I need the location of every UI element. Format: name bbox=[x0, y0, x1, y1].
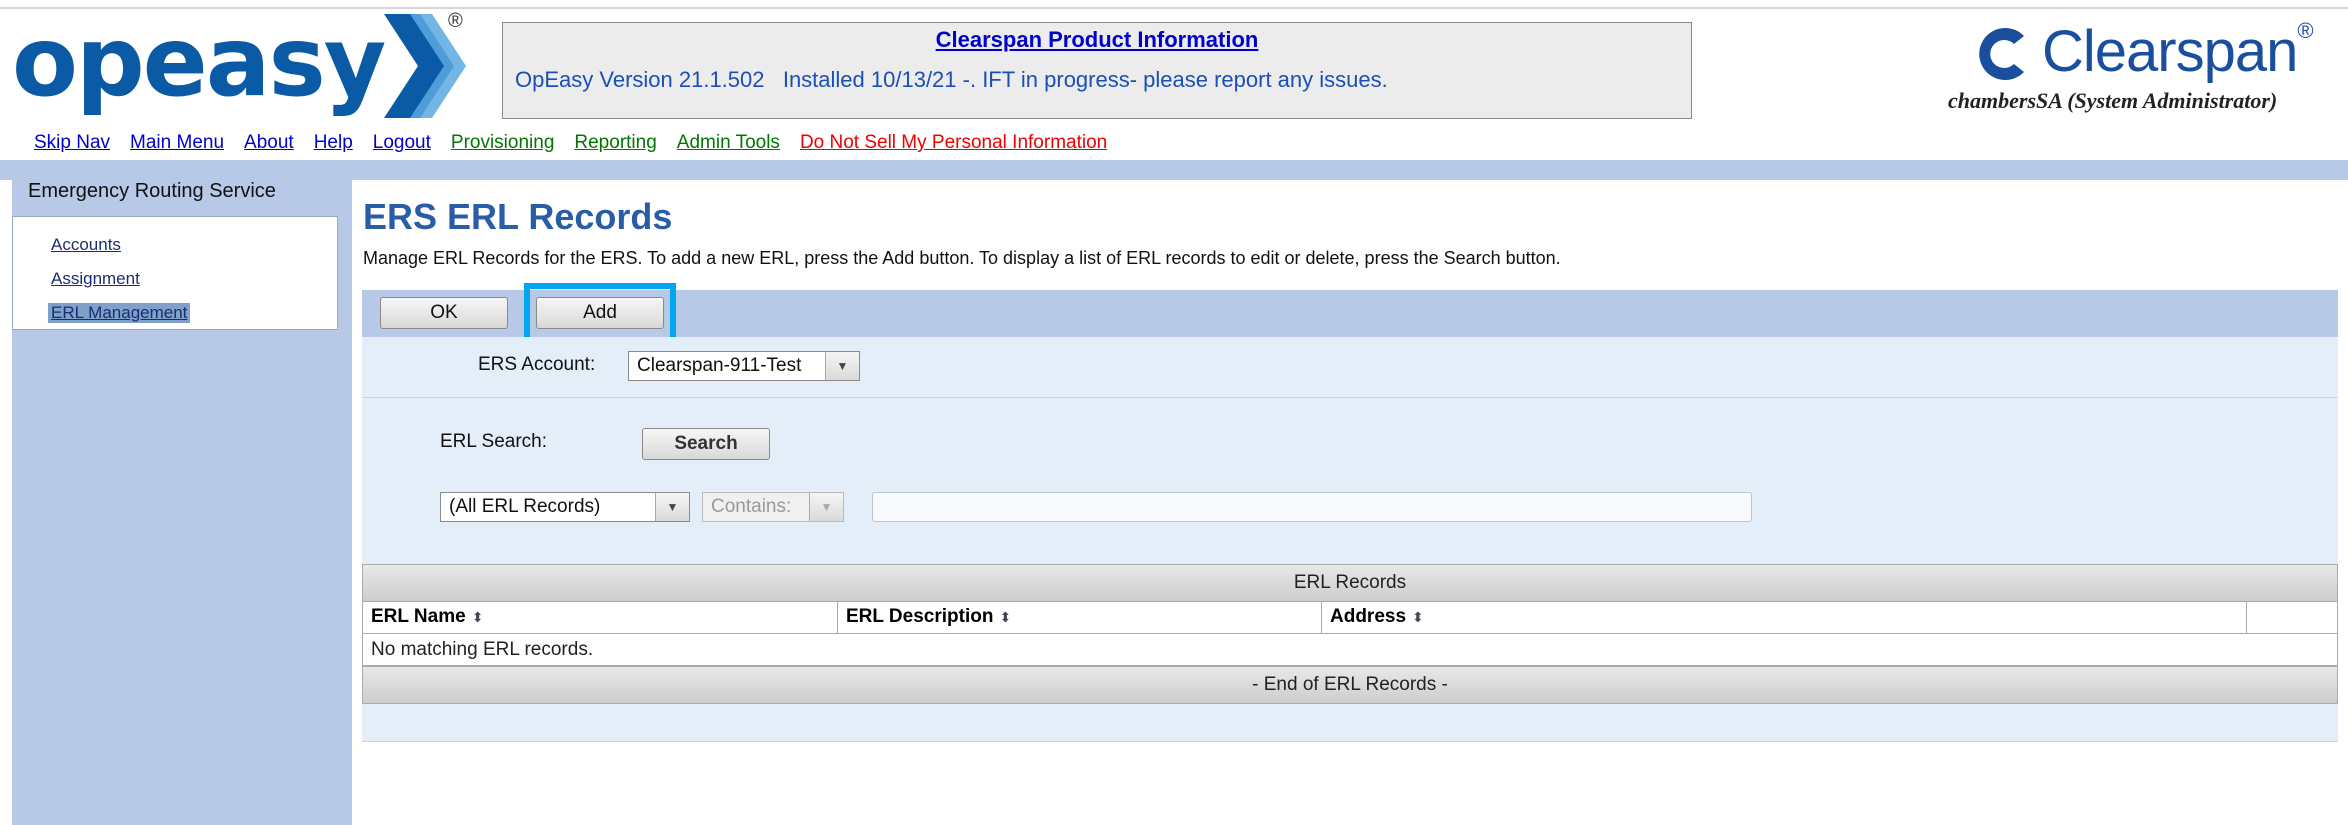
product-info-box: Clearspan Product Information OpEasy Ver… bbox=[502, 22, 1692, 119]
table-title: ERL Records bbox=[362, 564, 2338, 602]
column-erl-name-label: ERL Name bbox=[371, 606, 466, 627]
sidebar-item-accounts[interactable]: Accounts bbox=[51, 235, 121, 255]
match-type-select[interactable]: Contains: ▼ bbox=[702, 492, 844, 522]
button-bar: OK Add bbox=[362, 283, 2338, 343]
add-button[interactable]: Add bbox=[536, 297, 664, 329]
search-button[interactable]: Search bbox=[642, 428, 770, 460]
sidebar: Emergency Routing Service Accounts Assig… bbox=[12, 160, 352, 825]
table-footer: - End of ERL Records - bbox=[362, 666, 2338, 704]
clearspan-logo-icon bbox=[1979, 28, 2024, 81]
nav-help[interactable]: Help bbox=[314, 132, 353, 153]
nav-reporting[interactable]: Reporting bbox=[574, 132, 656, 153]
empty-message: No matching ERL records. bbox=[362, 634, 2338, 666]
nav-logout[interactable]: Logout bbox=[373, 132, 431, 153]
ers-account-section: ERS Account: Clearspan-911-Test ▼ bbox=[362, 337, 2338, 397]
registered-mark: ® bbox=[448, 10, 463, 32]
erl-records-table: ERL Records ERL Name ⬍ ERL Description ⬍ A… bbox=[362, 564, 2338, 742]
ok-button[interactable]: OK bbox=[380, 297, 508, 329]
main-content: ERS ERL Records Manage ERL Records for t… bbox=[352, 180, 2348, 825]
brand-name-text: Clearspan bbox=[2042, 19, 2298, 84]
sort-icon: ⬍ bbox=[1412, 609, 1424, 625]
sidebar-item-assignment[interactable]: Assignment bbox=[51, 269, 140, 289]
nav-provisioning[interactable]: Provisioning bbox=[451, 132, 555, 153]
match-type-value: Contains: bbox=[711, 496, 792, 517]
column-erl-description[interactable]: ERL Description ⬍ bbox=[838, 602, 1322, 633]
erl-search-label: ERL Search: bbox=[440, 431, 548, 452]
chevron-down-icon: ▼ bbox=[825, 352, 859, 380]
header-band bbox=[0, 160, 2348, 180]
clearspan-brand: Clearspan® chambersSA (System Administra… bbox=[1940, 18, 2340, 118]
version-message: OpEasy Version 21.1.502 Installed 10/13/… bbox=[515, 67, 1388, 92]
ers-account-value: Clearspan-911-Test bbox=[637, 355, 802, 376]
table-header-row: ERL Name ⬍ ERL Description ⬍ Address ⬍ bbox=[362, 602, 2338, 634]
page-title: ERS ERL Records bbox=[363, 196, 673, 237]
product-info-link[interactable]: Clearspan Product Information bbox=[503, 27, 1691, 53]
sort-icon: ⬍ bbox=[999, 609, 1012, 625]
chevron-down-icon: ▼ bbox=[809, 493, 843, 521]
erl-search-section: ERL Search: Search (All ERL Records) ▼ C… bbox=[362, 398, 2338, 564]
ers-account-select[interactable]: Clearspan-911-Test ▼ bbox=[628, 351, 860, 381]
nav-about[interactable]: About bbox=[244, 132, 294, 153]
nav-do-not-sell[interactable]: Do Not Sell My Personal Information bbox=[800, 132, 1107, 153]
page-description: Manage ERL Records for the ERS. To add a… bbox=[363, 248, 1561, 268]
column-erl-description-label: ERL Description bbox=[846, 606, 994, 627]
current-user: chambersSA (System Administrator) bbox=[1948, 88, 2278, 113]
column-address[interactable]: Address ⬍ bbox=[1322, 602, 2247, 633]
table-bottom-band bbox=[362, 704, 2338, 742]
nav-admin-tools[interactable]: Admin Tools bbox=[677, 132, 780, 153]
chevron-down-icon: ▼ bbox=[655, 493, 689, 521]
sidebar-title: Emergency Routing Service bbox=[28, 180, 276, 202]
nav-skip-nav[interactable]: Skip Nav bbox=[34, 132, 110, 153]
column-erl-name[interactable]: ERL Name ⬍ bbox=[363, 602, 838, 633]
sidebar-menu: Accounts Assignment ERL Management bbox=[12, 216, 338, 330]
column-address-label: Address bbox=[1330, 606, 1407, 627]
ers-account-label: ERS Account: bbox=[478, 354, 596, 375]
opeasy-logo: opeasy ® bbox=[8, 6, 468, 118]
top-nav: Skip Nav Main Menu About Help Logout Provisio… bbox=[34, 132, 1127, 154]
brand-name: Clearspan® bbox=[2042, 18, 2314, 85]
nav-main-menu[interactable]: Main Menu bbox=[130, 132, 224, 153]
erl-filter-value: (All ERL Records) bbox=[449, 496, 601, 517]
erl-search-input[interactable] bbox=[872, 492, 1752, 522]
brand-registered-mark: ® bbox=[2297, 18, 2313, 43]
sort-icon: ⬍ bbox=[471, 609, 484, 625]
erl-filter-select[interactable]: (All ERL Records) ▼ bbox=[440, 492, 690, 522]
logo-text: opeasy bbox=[12, 6, 386, 118]
sidebar-item-erl-management[interactable]: ERL Management bbox=[48, 303, 191, 323]
